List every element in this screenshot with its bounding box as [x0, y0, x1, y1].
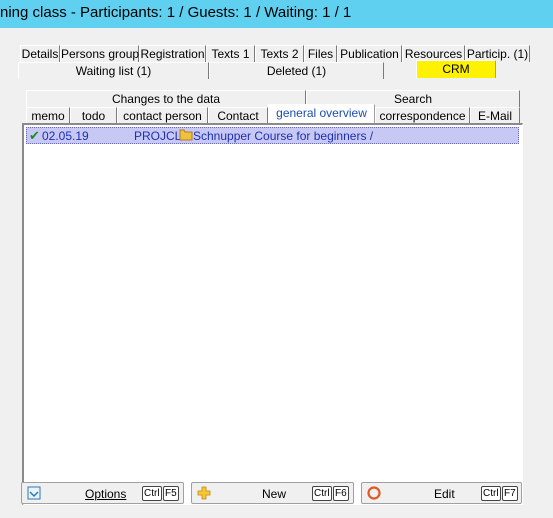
main-panel: Details Persons group Registration Texts…	[0, 28, 553, 518]
new-key-ctrl: Ctrl	[312, 486, 332, 501]
tab-registration[interactable]: Registration	[139, 45, 206, 62]
tab-publication[interactable]: Publication	[337, 45, 402, 62]
tab-deleted[interactable]: Deleted (1)	[209, 62, 384, 79]
tab-persons-group[interactable]: Persons group	[60, 45, 139, 62]
tab-todo[interactable]: todo	[70, 107, 117, 124]
item-code: PROJCL	[134, 129, 182, 143]
new-button[interactable]: New Ctrl F6	[191, 482, 354, 504]
edit-key-ctrl: Ctrl	[481, 486, 501, 501]
tab-crm[interactable]: CRM	[416, 60, 496, 78]
plus-icon	[197, 486, 211, 500]
options-button[interactable]: Options Ctrl F5	[21, 482, 184, 504]
list-item[interactable]: ✔ 02.05.19 PROJCL Schnupper Course for b…	[26, 127, 519, 144]
tab-email[interactable]: E-Mail	[470, 107, 520, 124]
checkmark-icon: ✔	[29, 128, 40, 143]
item-text: Schnupper Course for beginners /	[193, 129, 374, 143]
tab-changes-to-data[interactable]: Changes to the data	[26, 90, 306, 107]
window-title: ning class - Participants: 1 / Guests: 1…	[0, 4, 352, 21]
tab-contact[interactable]: Contact	[208, 107, 268, 124]
edit-key-f7: F7	[502, 486, 518, 501]
tab-texts-1[interactable]: Texts 1	[206, 45, 255, 62]
options-icon	[27, 486, 41, 500]
options-key-ctrl: Ctrl	[142, 486, 162, 501]
tab-texts-2[interactable]: Texts 2	[255, 45, 304, 62]
tab-files[interactable]: Files	[304, 45, 337, 62]
overview-list[interactable]: ✔ 02.05.19 PROJCL Schnupper Course for b…	[22, 123, 523, 505]
edit-label: Edit	[434, 487, 455, 501]
options-label: Options	[85, 487, 127, 501]
new-label: New	[262, 487, 287, 501]
tab-contact-person[interactable]: contact person	[117, 107, 208, 124]
options-key-f5: F5	[163, 486, 179, 501]
tab-details[interactable]: Details	[20, 45, 60, 62]
tab-memo[interactable]: memo	[26, 107, 70, 124]
new-key-f6: F6	[333, 486, 349, 501]
title-bar: ning class - Participants: 1 / Guests: 1…	[0, 0, 553, 28]
tab-waiting-list[interactable]: Waiting list (1)	[18, 62, 209, 79]
item-date: 02.05.19	[42, 129, 89, 143]
tab-general-overview[interactable]: general overview	[268, 104, 375, 124]
folder-icon	[179, 128, 193, 144]
edit-icon	[367, 486, 381, 500]
tab-correspondence[interactable]: correspondence	[375, 107, 470, 124]
edit-button[interactable]: Edit Ctrl F7	[361, 482, 522, 504]
